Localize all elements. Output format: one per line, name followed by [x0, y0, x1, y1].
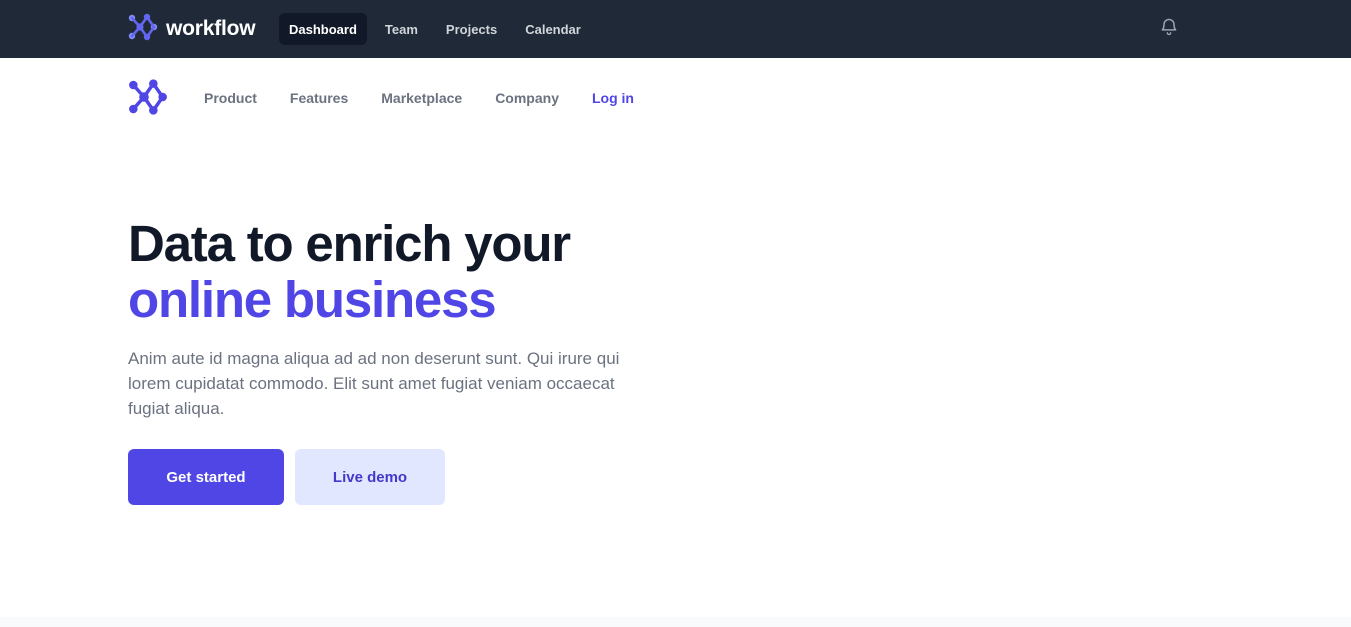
nav-item-team[interactable]: Team	[375, 13, 428, 45]
notifications-button[interactable]	[1158, 18, 1180, 40]
bell-icon	[1159, 17, 1179, 42]
nav-link-product[interactable]: Product	[204, 90, 257, 106]
marketing-nav: Product Features Marketplace Company Log…	[0, 58, 1351, 138]
nav-item-projects[interactable]: Projects	[436, 13, 507, 45]
nav-item-calendar[interactable]: Calendar	[515, 13, 591, 45]
nav-link-marketplace[interactable]: Marketplace	[381, 90, 462, 106]
hero-title-line2: online business	[128, 271, 497, 328]
brand[interactable]: workflow	[128, 13, 256, 46]
nav-link-features[interactable]: Features	[290, 90, 348, 106]
hero-description: Anim aute id magna aliqua ad ad non dese…	[128, 349, 620, 418]
workflow-logo-icon	[128, 13, 158, 46]
workflow-logo-icon	[128, 79, 168, 120]
get-started-button[interactable]: Get started	[128, 449, 284, 505]
hero-title: Data to enrich your online business	[128, 216, 648, 328]
nav-link-company[interactable]: Company	[495, 90, 559, 106]
marketing-logo-link[interactable]	[128, 78, 168, 116]
hero-title-line1: Data to enrich your	[128, 215, 571, 272]
nav-item-dashboard[interactable]: Dashboard	[279, 13, 367, 45]
section-divider	[0, 617, 1351, 627]
hero-section: Data to enrich your online business Anim…	[128, 216, 648, 505]
login-link[interactable]: Log in	[592, 90, 634, 106]
live-demo-button[interactable]: Live demo	[295, 449, 445, 505]
brand-name: workflow	[166, 17, 256, 40]
top-nav: Dashboard Team Projects Calendar	[279, 13, 591, 45]
hero-actions: Get started Live demo	[128, 449, 648, 505]
top-app-bar: workflow Dashboard Team Projects Calenda…	[0, 0, 1351, 58]
marketing-nav-links: Product Features Marketplace Company Log…	[204, 86, 634, 110]
